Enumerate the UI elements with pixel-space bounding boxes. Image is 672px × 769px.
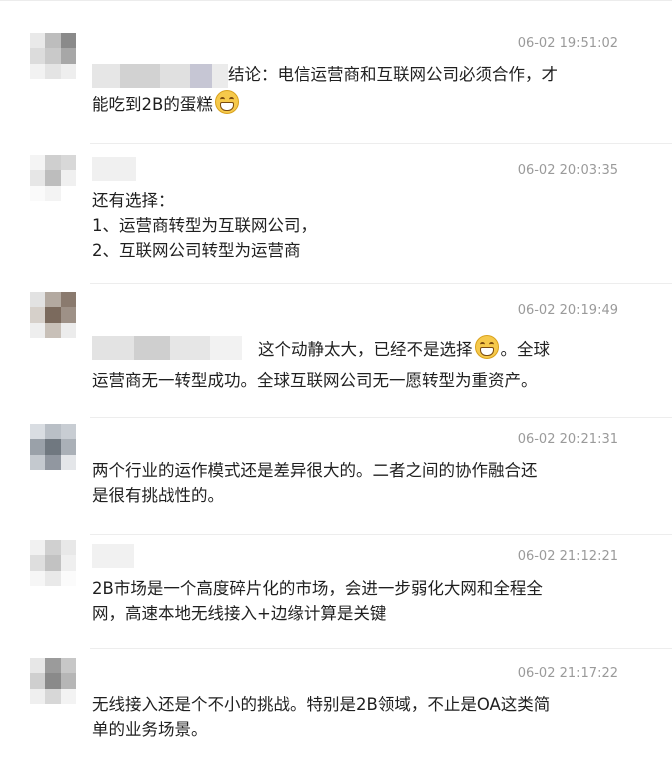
- comment-time: 06-02 21:12:21: [517, 549, 618, 564]
- avatar[interactable]: [30, 292, 76, 338]
- comment-text-line: 是很有挑战性的。: [92, 486, 224, 505]
- comment-time: 06-02 20:19:49: [517, 303, 618, 318]
- comment-time: 06-02 20:21:31: [517, 432, 618, 447]
- avatar[interactable]: [30, 424, 76, 470]
- comment-divider: [90, 143, 672, 144]
- avatar[interactable]: [30, 540, 76, 586]
- blurred-username: [92, 544, 134, 568]
- blurred-username: [92, 64, 228, 88]
- comment-text-line: 单的业务场景。: [92, 720, 208, 739]
- avatar[interactable]: [30, 33, 76, 79]
- comment-text-line: 运营商无一转型成功。全球互联网公司无一愿转型为重资产。: [92, 371, 538, 390]
- grin-emoji-icon: [214, 90, 239, 114]
- comment-divider: [90, 283, 672, 284]
- grin-emoji-icon: [474, 335, 499, 359]
- comment-time: 06-02 19:51:02: [517, 36, 618, 51]
- blurred-username: [92, 157, 136, 181]
- comment-text-line: 这个动静太大，已经不是选择 。全球: [258, 335, 672, 365]
- comment-text-line: 能吃到2B的蛋糕: [92, 90, 602, 120]
- comment-divider: [90, 417, 672, 418]
- comment-text-line: 网，高速本地无线接入+边缘计算是关键: [92, 604, 387, 623]
- blurred-username: [92, 336, 242, 360]
- comment-text-line: 结论：电信运营商和互联网公司必须合作，才: [228, 65, 558, 84]
- avatar[interactable]: [30, 658, 76, 704]
- comment-divider: [90, 648, 672, 649]
- comment-divider: [90, 534, 672, 535]
- top-divider: [0, 0, 672, 1]
- avatar[interactable]: [30, 155, 76, 201]
- comment-text-line: 2、互联网公司转型为运营商: [92, 241, 301, 260]
- comment-time: 06-02 21:17:22: [517, 666, 618, 681]
- comment-time: 06-02 20:03:35: [517, 163, 618, 178]
